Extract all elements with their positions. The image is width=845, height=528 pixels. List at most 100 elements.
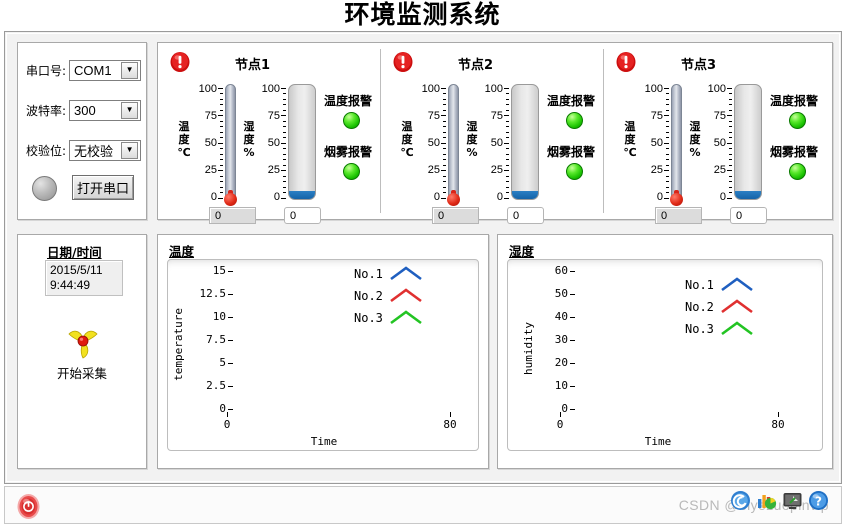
help-icon[interactable]: ? — [808, 490, 829, 511]
baud-rate-label: 波特率: — [26, 103, 67, 118]
legend-label: No.1 — [685, 277, 714, 292]
temperature-thermometer — [448, 84, 459, 200]
temperature-scale-labels: 100 75 50 25 0 — [421, 83, 440, 203]
humidity-plot-area[interactable]: humidity 60 50 40 30 20 10 0 0 80 Time N… — [507, 259, 823, 451]
x-tick: 80 — [439, 412, 461, 431]
alert-icon — [615, 51, 637, 73]
temperature-value: 0 — [432, 207, 479, 224]
humidity-tickbar — [727, 88, 732, 199]
temperature-y-axis-label: temperature — [172, 308, 185, 381]
chevron-down-icon[interactable]: ▼ — [121, 141, 139, 159]
baud-rate-select[interactable]: 300 ▼ — [69, 99, 142, 121]
y-tick: 10 — [186, 310, 233, 323]
smoke-alarm-led — [566, 163, 583, 180]
legend-label: No.3 — [685, 321, 714, 336]
smoke-alarm-label: 烟雾报警 — [324, 145, 373, 159]
temperature-scale-labels: 100 75 50 25 0 — [198, 83, 217, 203]
y-tick: 7.5 — [186, 333, 233, 346]
y-tick: 0 — [526, 402, 575, 415]
temperature-plot-area[interactable]: temperature 15 12.5 10 7.5 5 2.5 0 0 80 … — [167, 259, 479, 451]
temperature-unit-label: 温度 ℃ — [623, 120, 637, 159]
temperature-alarm-label: 温度报警 — [770, 94, 819, 108]
node-panel-3: 节点3 温度 ℃ 100 75 50 25 0 0 湿 度 % 100 75 5… — [604, 43, 832, 224]
humidity-tank — [288, 84, 316, 200]
baud-rate-row: 波特率: 300 ▼ — [26, 99, 142, 121]
chevron-down-icon[interactable]: ▼ — [121, 61, 139, 79]
humidity-tickbar — [281, 88, 286, 199]
node-title: 节点3 — [681, 58, 717, 73]
svg-text:?: ? — [815, 494, 822, 508]
humidity-scale-labels: 100 75 50 25 0 — [707, 83, 726, 203]
legend-item-no2[interactable]: No.2 — [685, 299, 753, 314]
temperature-tickbar — [218, 88, 223, 199]
node-panel-1: 节点1 温度 ℃ 100 75 50 25 0 0 湿 度 % 100 75 5… — [158, 43, 380, 224]
humidity-value: 0 — [284, 207, 321, 224]
legend-label: No.3 — [354, 310, 383, 325]
power-button[interactable] — [15, 493, 42, 520]
temperature-alarm-led — [789, 112, 806, 129]
serial-status-led — [32, 176, 57, 201]
alert-icon — [392, 51, 414, 73]
smoke-alarm-led — [343, 163, 360, 180]
time-value: 9:44:49 — [50, 278, 91, 292]
humidity-value: 0 — [730, 207, 767, 224]
legend-item-no1[interactable]: No.1 — [354, 266, 422, 281]
thermometer-bulb — [447, 193, 460, 206]
humidity-chart-panel: 湿度 humidity 60 50 40 30 20 10 0 0 80 Tim… — [497, 234, 833, 469]
y-tick: 12.5 — [186, 287, 233, 300]
temperature-x-axis-label: Time — [310, 435, 338, 448]
humidity-chart-title: 湿度 — [509, 244, 535, 259]
legend-line-icon — [721, 299, 753, 314]
node-title: 节点1 — [235, 58, 271, 73]
humidity-tank — [734, 84, 762, 200]
node-title: 节点2 — [458, 58, 494, 73]
status-bar: CSDN @biyezuopinvip ? — [4, 486, 842, 524]
y-tick: 20 — [526, 356, 575, 369]
legend-item-no1[interactable]: No.1 — [685, 277, 753, 292]
open-serial-port-button[interactable]: 打开串口 — [72, 175, 134, 200]
x-tick: 0 — [549, 412, 571, 431]
web-icon[interactable] — [730, 490, 751, 511]
legend-line-icon — [390, 310, 422, 325]
start-acquisition-label[interactable]: 开始采集 — [18, 363, 146, 382]
serial-port-label: 串口号: — [26, 63, 67, 78]
thermometer-bulb — [670, 193, 683, 206]
datetime-readout: 2015/5/11 9:44:49 — [45, 260, 123, 296]
temperature-value: 0 — [655, 207, 702, 224]
nodes-panel: 节点1 温度 ℃ 100 75 50 25 0 0 湿 度 % 100 75 5… — [157, 42, 833, 224]
x-tick: 0 — [216, 412, 238, 431]
legend-line-icon — [390, 266, 422, 281]
temperature-alarm-led — [566, 112, 583, 129]
legend-item-no2[interactable]: No.2 — [354, 288, 422, 303]
y-tick: 2.5 — [186, 379, 233, 392]
humidity-x-axis-label: Time — [644, 435, 672, 448]
temperature-chart-title: 温度 — [169, 244, 195, 259]
temperature-thermometer — [225, 84, 236, 200]
chart-icon[interactable] — [756, 490, 777, 511]
datetime-panel: 日期/时间 2015/5/11 9:44:49 开始采集 — [17, 234, 147, 469]
temperature-scale-labels: 100 75 50 25 0 — [644, 83, 663, 203]
legend-label: No.2 — [354, 288, 383, 303]
smoke-alarm-label: 烟雾报警 — [547, 145, 596, 159]
baud-rate-value: 300 — [74, 102, 96, 118]
temperature-chart-panel: 温度 temperature 15 12.5 10 7.5 5 2.5 0 0 … — [157, 234, 489, 469]
page-title: 环境监测系统 — [344, 0, 501, 29]
legend-item-no3[interactable]: No.3 — [354, 310, 422, 325]
serial-port-select[interactable]: COM1 ▼ — [69, 59, 142, 81]
y-tick: 60 — [526, 264, 575, 277]
chevron-down-icon[interactable]: ▼ — [121, 101, 139, 119]
thermometer-bulb — [224, 193, 237, 206]
tray-icon-group: ? — [730, 490, 829, 511]
temperature-unit-label: 温度 ℃ — [400, 120, 414, 159]
parity-label: 校验位: — [26, 143, 67, 158]
y-tick: 50 — [526, 287, 575, 300]
legend-label: No.1 — [354, 266, 383, 281]
x-tick: 80 — [767, 412, 789, 431]
fan-icon[interactable] — [62, 323, 104, 361]
legend-line-icon — [721, 321, 753, 336]
temperature-tickbar — [664, 88, 669, 199]
date-value: 2015/5/11 — [50, 263, 103, 277]
parity-select[interactable]: 无校验 ▼ — [69, 139, 142, 161]
legend-item-no3[interactable]: No.3 — [685, 321, 753, 336]
monitor-icon[interactable] — [782, 490, 803, 511]
